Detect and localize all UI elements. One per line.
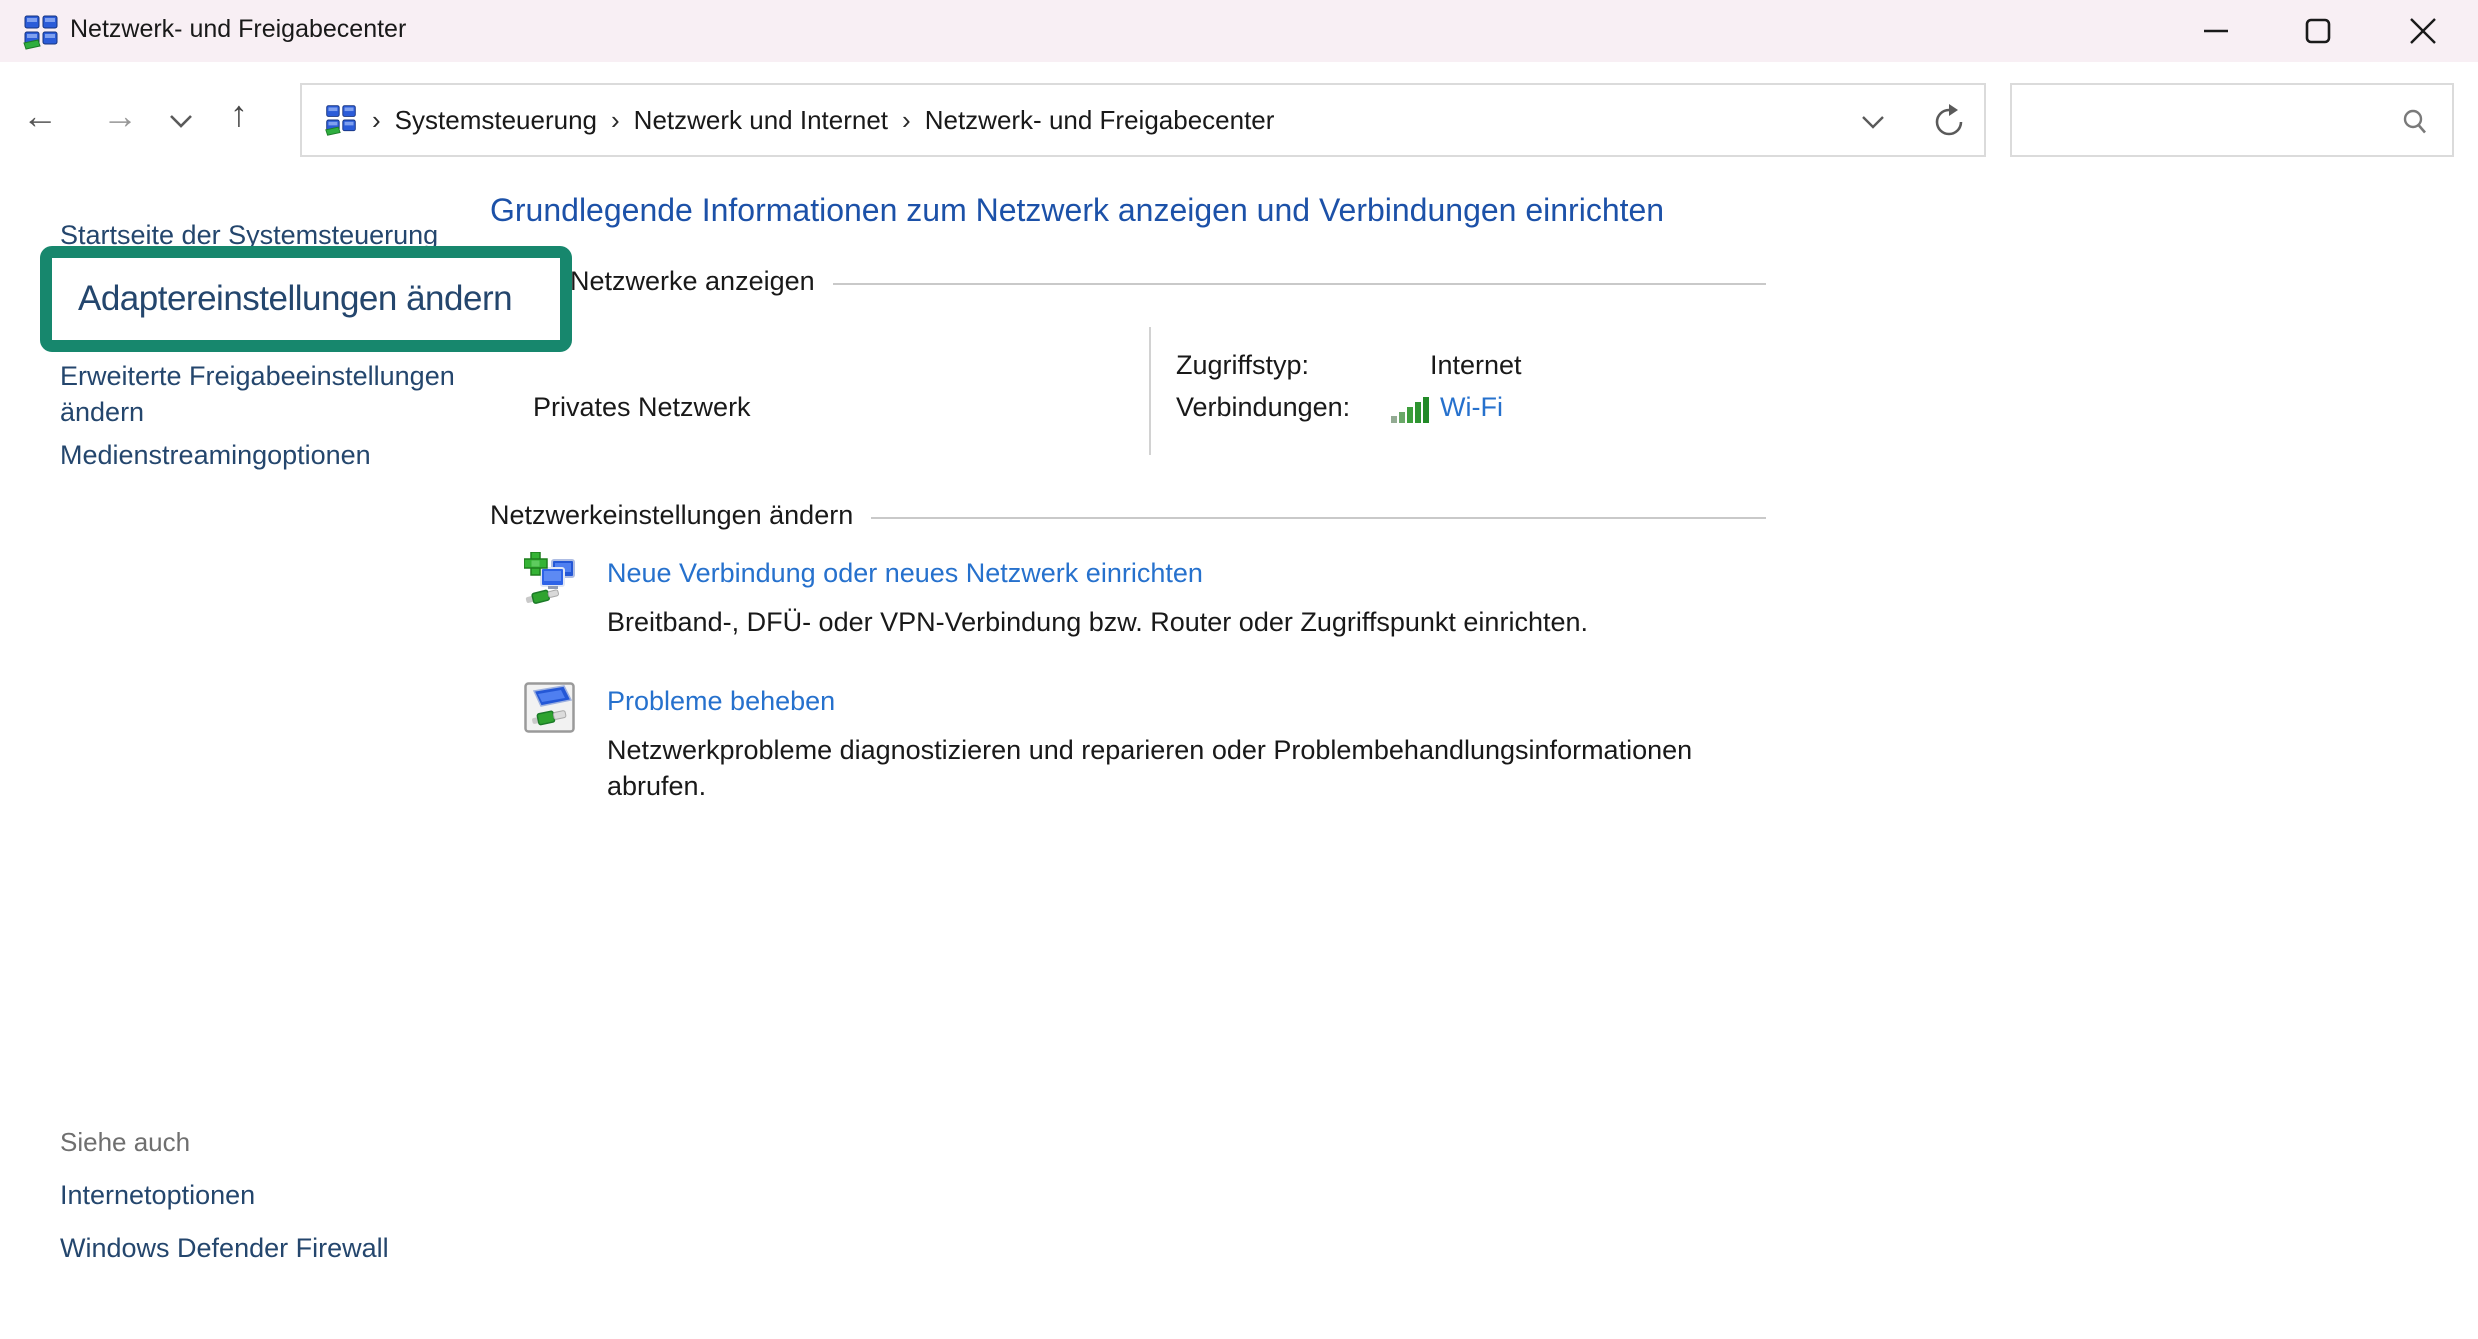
recent-locations-chevron-icon [171,116,191,126]
search-input[interactable] [2026,91,2390,149]
refresh-button[interactable] [1930,103,1968,141]
settings-section-label: Netzwerkeinstellungen ändern [490,500,853,531]
section-rule [871,517,1766,519]
close-button[interactable] [2388,0,2458,62]
network-sharing-center-window: Netzwerk- und Freigabecenter ← → ↑ [0,0,2478,1339]
page-title: Grundlegende Informationen zum Netzwerk … [490,192,1664,229]
troubleshoot-link[interactable]: Probleme beheben [607,686,835,717]
new-connection-icon [524,552,578,608]
network-sharing-center-icon [22,13,60,51]
breadcrumb-separator: › [597,105,634,136]
back-button[interactable]: ← [22,98,58,134]
troubleshoot-icon [524,682,578,736]
sidebar-item-windows-defender-firewall[interactable]: Windows Defender Firewall [60,1233,389,1264]
access-type-value: Internet [1430,350,1522,381]
access-type-label: Zugriffstyp: [1176,350,1309,381]
see-also-header: Siehe auch [60,1127,190,1158]
breadcrumb-item-netzwerk-und-internet[interactable]: Netzwerk und Internet [634,105,888,136]
forward-button[interactable]: → [102,98,138,134]
wifi-signal-icon [1390,396,1432,424]
network-sharing-center-icon [324,103,358,137]
address-dropdown-chevron-icon [1863,117,1883,127]
window-title: Netzwerk- und Freigabecenter [70,15,406,44]
troubleshoot-description: Netzwerkprobleme diagnostizieren und rep… [607,732,1797,804]
minimize-icon [2203,18,2229,44]
breadcrumb-item-netzwerk-und-freigabecenter[interactable]: Netzwerk- und Freigabecenter [925,105,1275,136]
title-bar: Netzwerk- und Freigabecenter [0,0,2478,62]
column-divider [1149,327,1151,455]
networks-section-header: Netzwerke anzeigen [570,266,1766,297]
up-button[interactable]: ↑ [230,96,248,132]
breadcrumb-separator: › [888,105,925,136]
networks-section-label: Netzwerke anzeigen [570,266,815,297]
maximize-button[interactable] [2283,0,2353,62]
address-bar[interactable]: › Systemsteuerung › Netzwerk und Interne… [300,83,1986,157]
sidebar-item-change-adapter-settings[interactable]: Adaptereinstellungen ändern [52,279,512,319]
sidebar-item-media-streaming[interactable]: Medienstreamingoptionen [60,440,371,471]
search-icon [2400,107,2430,137]
sidebar-item-internet-options[interactable]: Internetoptionen [60,1180,255,1211]
close-icon [2409,17,2437,45]
search-box[interactable] [2010,83,2454,157]
highlight-annotation-box: Adaptereinstellungen ändern [40,246,572,352]
back-icon: ← [22,95,58,136]
new-connection-link[interactable]: Neue Verbindung oder neues Netzwerk einr… [607,558,1203,589]
section-rule [833,283,1766,285]
address-dropdown-button[interactable] [1860,113,1886,131]
breadcrumb-item-systemsteuerung[interactable]: Systemsteuerung [395,105,597,136]
breadcrumb-separator: › [358,105,395,136]
minimize-button[interactable] [2181,0,2251,62]
new-connection-description: Breitband-, DFÜ- oder VPN-Verbindung bzw… [607,604,1588,640]
settings-section-header: Netzwerkeinstellungen ändern [490,500,1766,531]
maximize-icon [2305,18,2331,44]
network-name: Privates Netzwerk [533,392,751,423]
up-icon: ↑ [230,93,248,134]
recent-locations-button[interactable] [168,112,194,130]
sidebar-item-advanced-sharing[interactable]: Erweiterte Freigabeeinstellungen ändern [60,358,480,430]
wifi-connection-link[interactable]: Wi-Fi [1440,392,1503,423]
connections-label: Verbindungen: [1176,392,1350,423]
forward-icon: → [102,95,138,136]
